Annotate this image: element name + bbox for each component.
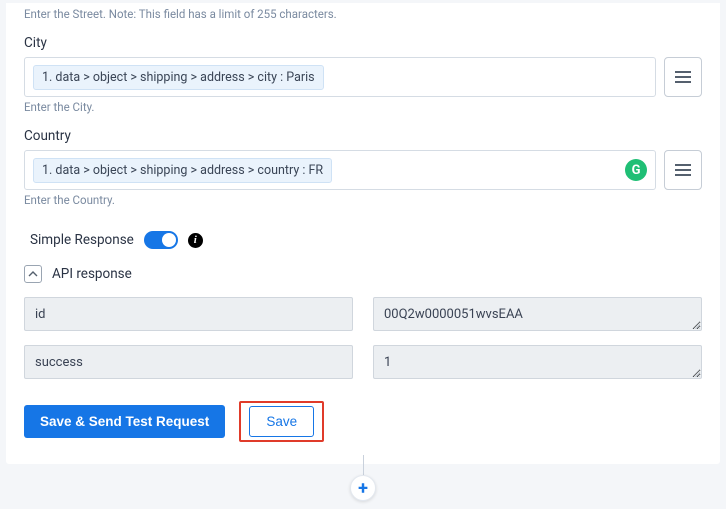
- city-chip: 1. data > object > shipping > address > …: [33, 65, 324, 90]
- hamburger-icon: [675, 71, 691, 83]
- city-hint: Enter the City.: [24, 100, 702, 114]
- country-hint: Enter the Country.: [24, 193, 702, 207]
- hamburger-icon: [675, 164, 691, 176]
- info-icon[interactable]: i: [188, 233, 203, 248]
- response-value[interactable]: 00Q2w0000051wvsEAA: [373, 297, 702, 331]
- city-label: City: [24, 35, 702, 51]
- country-chip: 1. data > object > shipping > address > …: [33, 158, 332, 183]
- add-step-button[interactable]: +: [350, 475, 376, 501]
- chevron-up-icon: [28, 271, 38, 277]
- api-response-collapse-button[interactable]: [24, 265, 42, 283]
- country-menu-button[interactable]: [664, 150, 702, 190]
- save-send-button[interactable]: Save & Send Test Request: [24, 405, 225, 438]
- response-value[interactable]: 1: [373, 345, 702, 379]
- simple-response-toggle[interactable]: [144, 231, 178, 249]
- simple-response-label: Simple Response: [30, 232, 134, 248]
- save-button-highlight: Save: [239, 401, 324, 442]
- grammarly-icon: G: [625, 159, 647, 181]
- city-menu-button[interactable]: [664, 57, 702, 97]
- api-response-title: API response: [52, 266, 132, 282]
- country-label: Country: [24, 128, 702, 144]
- response-key[interactable]: success: [24, 345, 353, 379]
- connector-line: [363, 455, 364, 475]
- response-key[interactable]: id: [24, 297, 353, 331]
- save-button[interactable]: Save: [249, 406, 314, 437]
- street-hint: Enter the Street. Note: This field has a…: [24, 3, 702, 21]
- country-input[interactable]: 1. data > object > shipping > address > …: [24, 150, 656, 190]
- city-input[interactable]: 1. data > object > shipping > address > …: [24, 57, 656, 97]
